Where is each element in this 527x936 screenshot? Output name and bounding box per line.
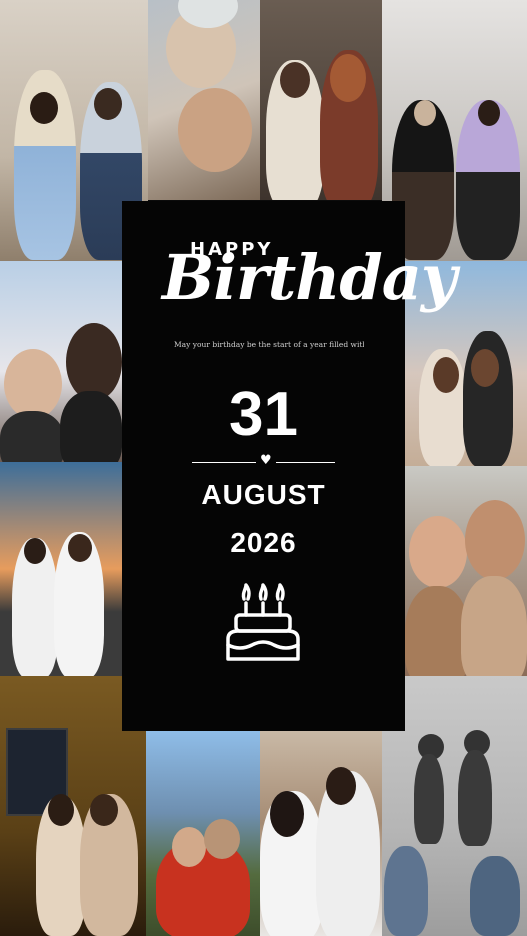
- birthday-cake-icon: [226, 583, 300, 661]
- month-text: AUGUST: [201, 479, 326, 510]
- birthday-title: Birthday: [162, 241, 457, 314]
- photo-kiss-street: [260, 0, 382, 200]
- photo-hug-red-sweater: [146, 731, 260, 936]
- day-number: 31: [229, 380, 298, 449]
- photo-selfie-sunset-sky: [0, 261, 122, 462]
- year-text: 2026: [230, 527, 297, 558]
- heart-icon: ♥: [256, 453, 276, 468]
- birthday-card: HAPPY Birthday May your birthday be the …: [122, 201, 457, 731]
- birthday-message: May your birthday be the start of a year…: [174, 340, 364, 349]
- photo-two-girls-scarves: [405, 466, 527, 682]
- photo-phone-selfie-white-hoodies: [260, 731, 382, 936]
- photo-selfie-blonde-friends: [148, 0, 260, 200]
- photo-white-dresses-sunset: [0, 462, 122, 676]
